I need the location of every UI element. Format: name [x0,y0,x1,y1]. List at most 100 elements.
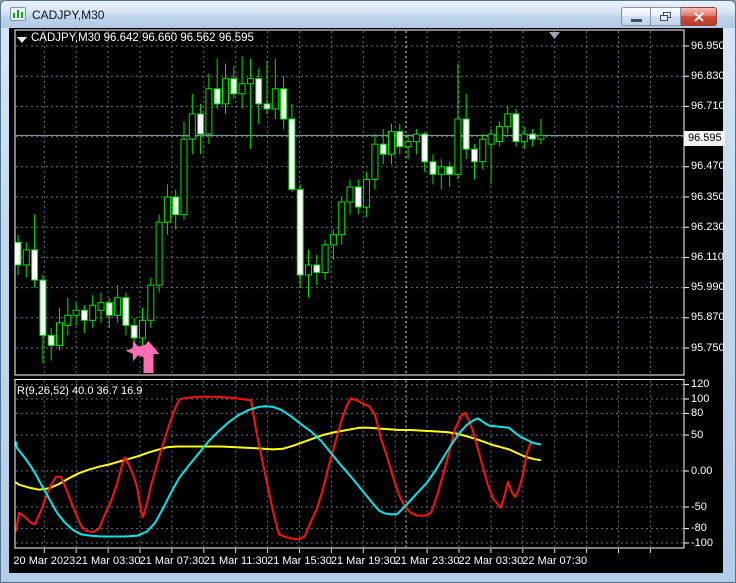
candle-body [462,118,470,150]
chart-icon [10,7,26,21]
candle-body [147,284,155,321]
candle-body [47,334,55,346]
candle-body [22,249,30,266]
price-axis-label: 96.710 [691,99,725,112]
candle-body [446,166,454,175]
candle-body [280,88,288,120]
restore-button[interactable] [651,7,681,26]
signal-yellow-line [15,426,541,491]
candle-body [230,78,238,95]
candle-body [396,131,404,148]
candle-body [205,88,213,135]
candle-body [329,234,337,246]
minimize-button[interactable] [621,7,651,26]
restore-icon [660,12,672,22]
candle-body [105,302,113,316]
candle-body [64,314,72,326]
candle-body [271,88,279,110]
candle-body [437,166,445,175]
candle-body [188,113,196,140]
candle-body [487,133,495,145]
candle-body [421,133,429,163]
candle-body [288,118,296,190]
price-axis-label: 96.350 [691,190,725,203]
candle-body [404,141,412,148]
candle-body [97,302,105,311]
chart-client-area: CADJPY,M30 96.642 96.660 96.562 96.595 R… [9,28,725,573]
oscillator-axis-label: 80 [691,406,704,419]
candle-body [238,83,246,95]
buy-arrow-icon [137,341,160,373]
candle-body [354,186,362,208]
candle-body [454,118,462,175]
indicator-plot-border [14,379,685,549]
candle-body [388,131,395,155]
chart-canvas[interactable] [9,28,723,573]
candle-body [537,134,545,140]
candle-body [197,113,205,135]
candle-body [80,309,88,321]
candle-body [114,297,122,316]
candle-body [321,244,329,274]
oscillator-axis-label: -50 [691,500,707,513]
candle-body [163,196,171,223]
candle-body [429,161,437,175]
candle-body [255,78,263,105]
price-axis-label: 96.950 [691,39,725,52]
price-axis-label: 95.870 [691,311,725,324]
candle-body [371,143,379,180]
indicator-label: R(9,26,52) 40.0 36.7 16.9 [17,385,143,397]
candle-body [222,78,229,105]
candle-body [72,309,80,316]
candle-body [31,249,39,281]
candle-body [520,133,528,143]
price-axis-label: 95.990 [691,281,725,294]
oscillator-axis-label: 120 [691,378,710,391]
oscillator-axis-label: -80 [691,522,707,535]
candle-body [529,133,537,140]
minimize-icon [631,19,642,22]
candle-body [139,319,146,339]
candle-body [155,221,163,286]
candle-body [180,138,188,216]
price-axis-label: 96.230 [691,220,725,233]
candle-body [305,264,312,276]
candle-body [172,196,180,216]
price-axis-label: 96.470 [691,160,725,173]
candle-body [346,186,354,203]
titlebar[interactable]: CADJPY,M30 [1,1,735,28]
ohlc-header: CADJPY,M30 96.642 96.660 96.562 96.595 [31,32,254,44]
candle-body [512,113,520,143]
price-axis-label: 96.110 [691,250,724,263]
candle-body [479,138,487,163]
candle-body [471,148,478,163]
mt4-chart-window: CADJPY,M30 CADJPY,M30 96.642 96.660 96.5… [0,0,736,583]
candle-body [296,188,304,276]
current-price-box: 96.595 [684,131,725,146]
candle-body [130,324,138,339]
oscillator-axis-label: 50 [691,428,704,441]
window-title: CADJPY,M30 [32,8,105,22]
candle-body [338,201,346,236]
close-button[interactable] [681,7,717,26]
close-icon [693,11,705,23]
candle-body [246,78,254,85]
oscillator-axis-label: 0.00 [691,464,713,477]
candle-body [504,113,512,128]
ohlc-header-text: CADJPY,M30 96.642 96.660 96.562 96.595 [31,32,254,44]
candle-body [213,88,221,105]
candle-body [363,178,371,208]
candle-body [379,143,387,155]
candle-body [495,126,503,143]
price-axis-label: 96.830 [691,69,725,82]
window-controls [621,7,717,26]
candle-body [14,241,22,266]
time-axis-label: 22 Mar 07:30 [522,555,588,567]
candle-body [313,264,321,274]
shift-triangle-icon [549,32,560,39]
candle-body [122,297,130,326]
oscillator-axis-label: -100 [691,536,714,549]
candle-body [39,279,47,336]
dropdown-arrow-icon [17,37,27,43]
price-axis-label: 95.750 [691,341,725,354]
